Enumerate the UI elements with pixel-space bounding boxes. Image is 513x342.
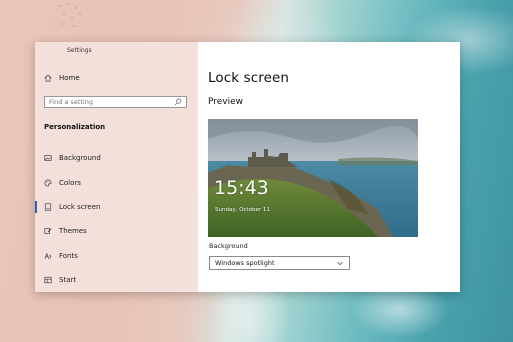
section-heading: Personalization <box>44 123 106 131</box>
background-dropdown[interactable]: Windows spotlight <box>209 256 350 270</box>
sidebar-item-lock-screen[interactable]: Lock screen <box>35 195 198 219</box>
sidebar-item-label: Fonts <box>59 251 78 260</box>
settings-sidebar: Settings Home Find a setting Personaliza… <box>35 42 198 292</box>
background-dropdown-value: Windows spotlight <box>215 259 275 267</box>
sidebar-item-start[interactable]: Start <box>35 268 198 292</box>
sidebar-home-link[interactable]: Home <box>44 74 80 82</box>
sidebar-item-label: Background <box>59 154 101 163</box>
palette-icon <box>44 179 52 187</box>
search-icon[interactable] <box>174 98 182 106</box>
start-menu-icon <box>44 277 52 284</box>
fonts-icon <box>44 252 52 259</box>
brush-icon <box>44 228 52 235</box>
search-input[interactable]: Find a setting <box>44 96 187 108</box>
chevron-down-icon <box>337 261 343 266</box>
sidebar-nav: Background Colors Lock screen Themes Fon… <box>35 146 198 292</box>
preview-clock: 15:43 <box>214 177 269 199</box>
home-icon <box>44 74 52 82</box>
sidebar-item-colors[interactable]: Colors <box>35 170 198 194</box>
window-title: Settings <box>67 47 92 54</box>
lock-screen-preview: 15:43 Sunday, October 11 <box>208 119 418 237</box>
preview-heading: Preview <box>208 97 244 107</box>
picture-icon <box>44 155 52 161</box>
sidebar-item-label: Start <box>59 276 77 285</box>
sidebar-item-fonts[interactable]: Fonts <box>35 244 198 268</box>
settings-content: Lock screen Preview 15:43 Sunday, Octobe… <box>198 42 460 292</box>
page-title: Lock screen <box>208 70 290 86</box>
search-placeholder: Find a setting <box>49 98 93 106</box>
sidebar-item-label: Colors <box>59 178 81 187</box>
wallpaper-decoration <box>59 3 81 27</box>
sidebar-item-themes[interactable]: Themes <box>35 219 198 243</box>
preview-date: Sunday, October 11 <box>215 207 270 213</box>
sidebar-item-label: Lock screen <box>59 202 101 211</box>
sidebar-item-background[interactable]: Background <box>35 146 198 170</box>
sidebar-item-label: Themes <box>59 227 87 236</box>
home-label: Home <box>59 74 80 82</box>
settings-window: Settings Home Find a setting Personaliza… <box>35 42 460 292</box>
background-label: Background <box>209 242 248 250</box>
lock-screen-icon <box>44 203 52 211</box>
